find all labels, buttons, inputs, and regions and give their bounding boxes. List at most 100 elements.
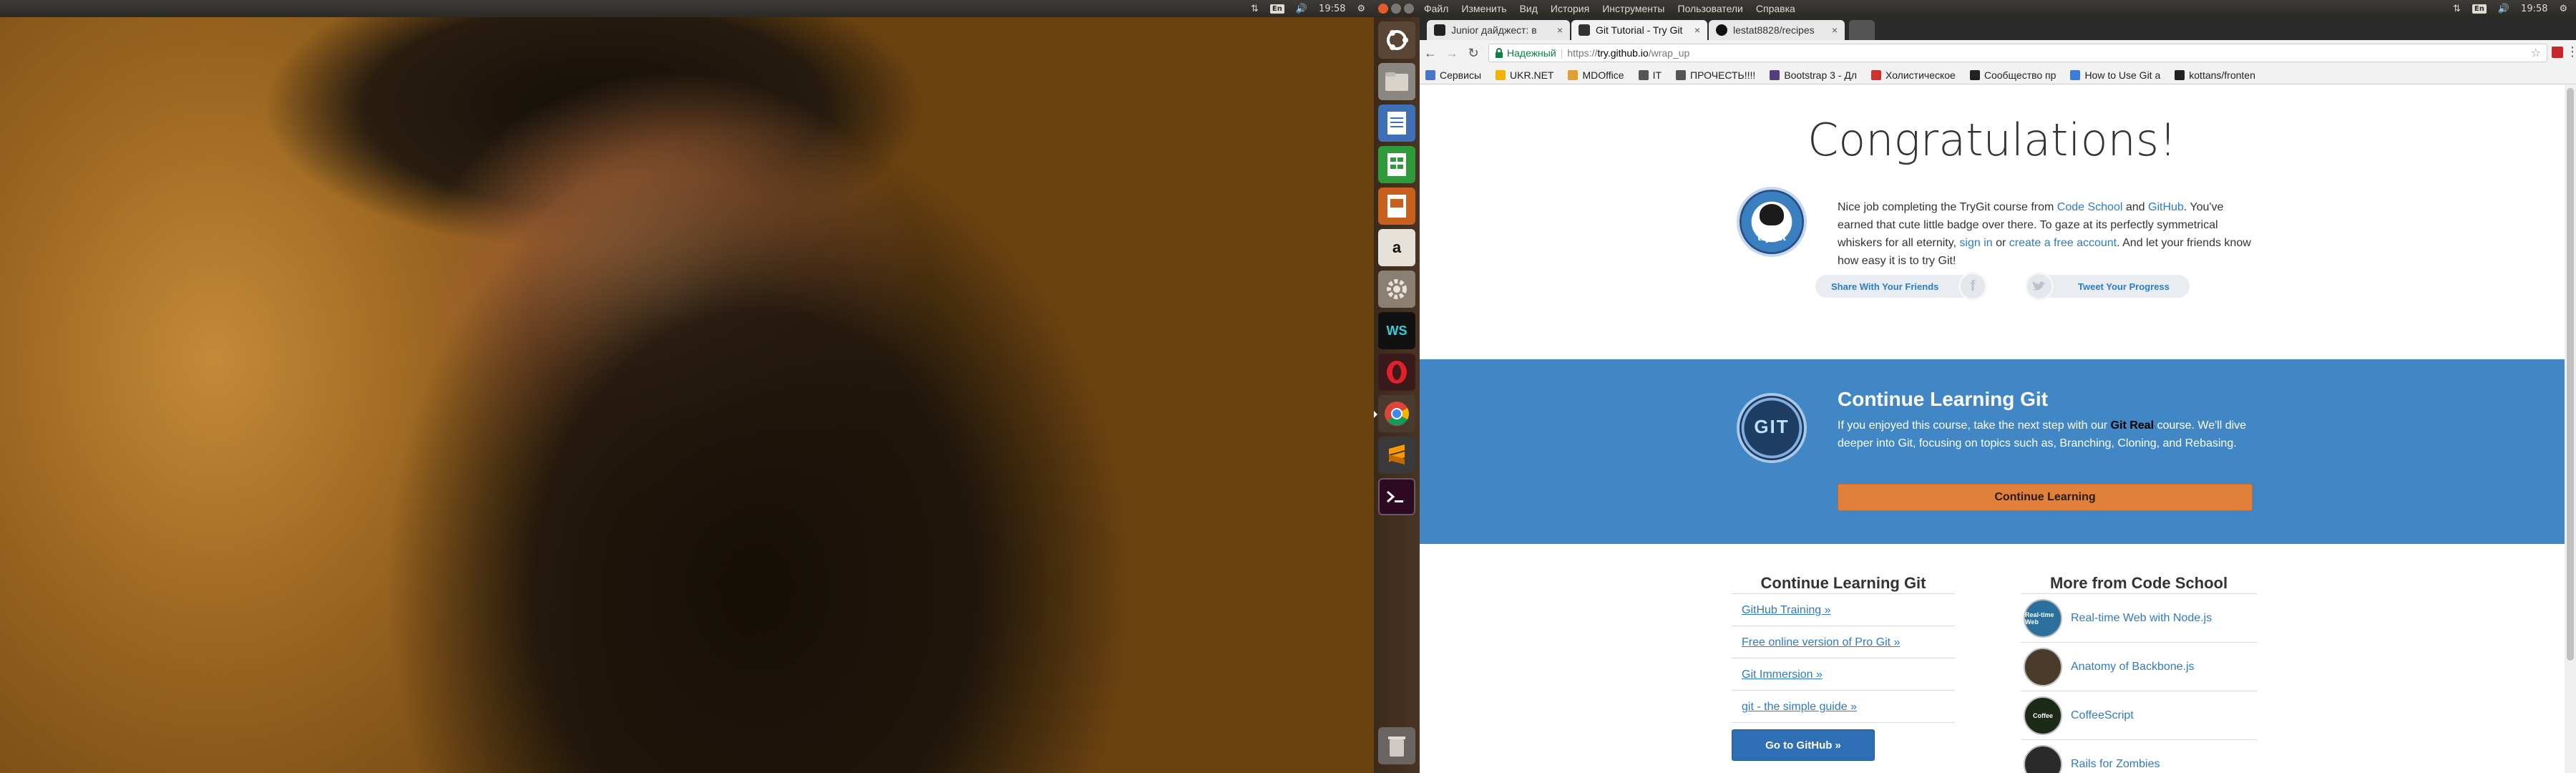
left-monitor: ⇅ En 🔊 19:58 ⚙	[0, 0, 1374, 773]
bookmark-item[interactable]: Сервисы	[1425, 69, 1481, 81]
webstorm-icon[interactable]: WS	[1378, 312, 1415, 349]
course-backbone[interactable]: Anatomy of Backbone.js	[2024, 648, 2195, 686]
forward-arrow-icon[interactable]: →	[1441, 46, 1463, 61]
chrome-icon[interactable]	[1374, 395, 1415, 432]
menu-users[interactable]: Пользователи	[1678, 3, 1743, 14]
course-rails-zombies[interactable]: Rails for Zombies	[2024, 745, 2160, 773]
settings-icon[interactable]	[1378, 271, 1415, 308]
divider	[1732, 690, 1955, 691]
divider	[2021, 642, 2257, 643]
divider	[2021, 739, 2257, 740]
scrollbar-thumb[interactable]	[2567, 88, 2574, 661]
bookmark-item[interactable]: kottans/fronten	[2175, 69, 2255, 81]
continue-learning-button[interactable]: Continue Learning	[1838, 484, 2253, 511]
close-icon[interactable]: ×	[1832, 24, 1838, 36]
course-coffeescript[interactable]: Coffee CoffeeScript	[2024, 696, 2134, 735]
lock-icon	[1496, 48, 1503, 58]
reload-icon[interactable]: ↻	[1463, 46, 1484, 61]
ubuntu-dash-icon[interactable]	[1378, 21, 1415, 59]
new-tab-button[interactable]	[1849, 20, 1875, 40]
bookmark-item[interactable]: Сообщество пр	[1969, 69, 2056, 81]
bookmark-item[interactable]: ПРОЧЕСТЬ!!!!	[1676, 69, 1755, 81]
link-pro-git[interactable]: Free online version of Pro Git »	[1742, 636, 1900, 649]
writer-icon[interactable]	[1378, 104, 1415, 142]
course-badge-icon	[2024, 648, 2062, 686]
network-icon[interactable]: ⇅	[1251, 4, 1259, 14]
menu-help[interactable]: Справка	[1756, 3, 1795, 14]
calc-icon[interactable]	[1378, 146, 1415, 183]
banner-text: If you enjoyed this course, take the nex…	[1838, 419, 2247, 449]
maximize-window-button[interactable]	[1404, 4, 1414, 14]
terminal-icon[interactable]	[1378, 478, 1415, 515]
git-real-badge: GIT	[1737, 393, 1807, 463]
menu-kebab-icon[interactable]: ⋮	[2566, 44, 2576, 59]
close-icon[interactable]: ×	[1557, 24, 1563, 36]
volume-icon[interactable]: 🔊	[2498, 4, 2509, 14]
network-icon[interactable]: ⇅	[2453, 4, 2461, 14]
course-badge-icon: Coffee	[2024, 696, 2062, 735]
tab-git-tutorial[interactable]: Git Tutorial - Try Git ×	[1571, 20, 1707, 40]
link-github[interactable]: GitHub	[2148, 201, 2184, 213]
back-arrow-icon[interactable]: ←	[1420, 46, 1441, 61]
page-scrollbar[interactable]	[2565, 85, 2576, 773]
extension-icon[interactable]	[2552, 47, 2563, 58]
browser-window: Junior дайджест: в × Git Tutorial - Try …	[1420, 17, 2576, 773]
volume-icon[interactable]: 🔊	[1296, 4, 1307, 14]
impress-icon[interactable]	[1378, 188, 1415, 225]
bookmark-item[interactable]: Bootstrap 3 - Дл	[1770, 69, 1857, 81]
separator: |	[1560, 47, 1563, 59]
gear-icon[interactable]: ⚙	[1357, 4, 1366, 14]
menu-view[interactable]: Вид	[1520, 3, 1538, 14]
bookmark-item[interactable]: UKR.NET	[1496, 69, 1553, 81]
url-text: https://try.github.io/wrap_up	[1567, 47, 1690, 59]
menu-file[interactable]: Файл	[1424, 3, 1448, 14]
close-icon[interactable]: ×	[1694, 24, 1700, 36]
link-simple-guide[interactable]: git - the simple guide »	[1742, 701, 1857, 714]
keyboard-layout-icon[interactable]: En	[2472, 4, 2487, 14]
files-icon[interactable]	[1378, 63, 1415, 100]
link-github-training[interactable]: GitHub Training »	[1742, 604, 1831, 617]
tab-junior-digest[interactable]: Junior дайджест: в ×	[1427, 20, 1570, 40]
resources-heading: Continue Learning Git	[1760, 574, 1926, 592]
trash-icon[interactable]	[1378, 727, 1415, 764]
sublime-icon[interactable]	[1378, 437, 1415, 474]
minimize-window-button[interactable]	[1391, 4, 1401, 14]
course-badge-icon: Real-time Web	[2024, 599, 2062, 638]
gear-icon[interactable]: ⚙	[2560, 4, 2568, 14]
star-icon[interactable]: ☆	[2531, 46, 2541, 60]
clock[interactable]: 19:58	[2521, 4, 2547, 14]
opera-icon[interactable]	[1378, 354, 1415, 391]
indicator-area: ⇅ En 🔊 19:58 ⚙	[2453, 0, 2567, 17]
link-sign-in[interactable]: sign in	[1959, 237, 1992, 249]
bookmark-item[interactable]: How to Use Git a	[2070, 69, 2160, 81]
go-to-github-button[interactable]: Go to GitHub »	[1732, 729, 1875, 761]
bookmark-item[interactable]: MDOffice	[1568, 69, 1624, 81]
bookmark-icon	[2175, 69, 2185, 80]
octocat-icon	[1760, 204, 1784, 225]
tab-recipes-repo[interactable]: lestat8828/recipes ×	[1709, 20, 1845, 40]
bookmark-item[interactable]: Холистическое	[1871, 69, 1956, 81]
keyboard-layout-icon[interactable]: En	[1269, 4, 1284, 14]
address-bar[interactable]: Надежный | https://try.github.io/wrap_up…	[1488, 44, 2547, 62]
amazon-icon[interactable]: a	[1378, 229, 1415, 266]
bookmark-icon	[1568, 69, 1579, 80]
indicator-area: ⇅ En 🔊 19:58 ⚙	[1251, 0, 1365, 17]
link-code-school[interactable]: Code School	[2057, 201, 2123, 213]
share-friends-button[interactable]: Share With Your Friends f	[1815, 272, 1987, 301]
bookmark-icon	[1770, 69, 1780, 80]
git-real-link[interactable]: Git Real	[2111, 419, 2154, 432]
menu-edit[interactable]: Изменить	[1461, 3, 1506, 14]
menu-tools[interactable]: Инструменты	[1602, 3, 1664, 14]
desktop-wallpaper	[0, 0, 1374, 773]
tab-strip: Junior дайджест: в × Git Tutorial - Try …	[1420, 17, 2576, 40]
link-git-immersion[interactable]: Git Immersion »	[1742, 669, 1823, 681]
clock[interactable]: 19:58	[1319, 4, 1345, 14]
menu-history[interactable]: История	[1551, 3, 1589, 14]
close-window-button[interactable]	[1378, 4, 1388, 14]
secure-indicator[interactable]: Надежный	[1495, 47, 1556, 59]
course-nodejs[interactable]: Real-time Web Real-time Web with Node.js	[2024, 599, 2212, 638]
tweet-progress-button[interactable]: Tweet Your Progress	[2025, 272, 2190, 301]
link-create-account[interactable]: create a free account	[2009, 237, 2117, 249]
bookmark-item[interactable]: IT	[1638, 69, 1662, 81]
congrats-message: Nice job completing the TryGit course fr…	[1838, 201, 2251, 267]
